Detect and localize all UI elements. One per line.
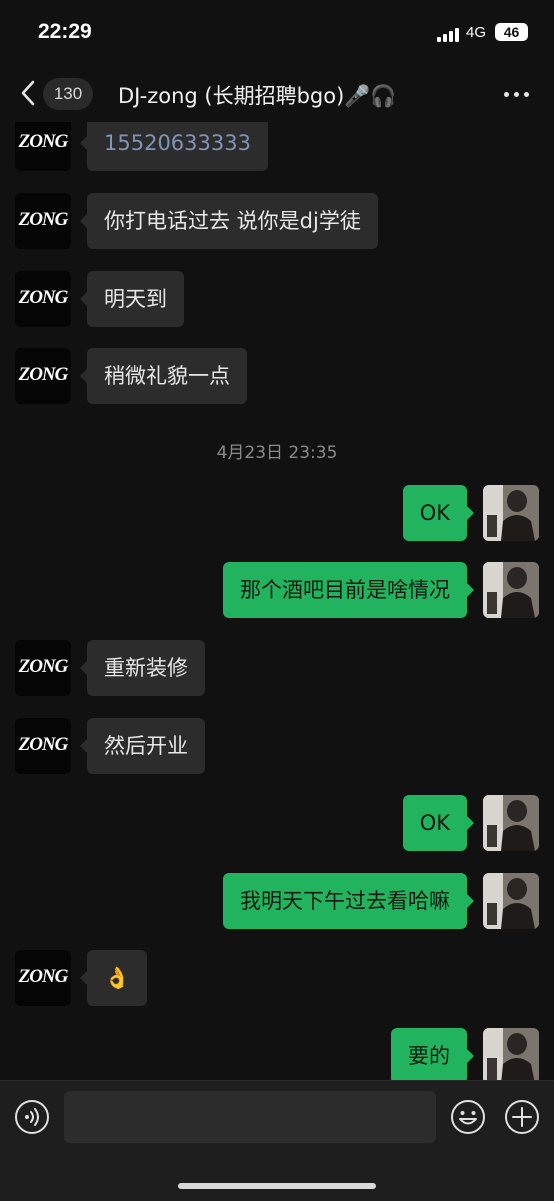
contact-avatar[interactable]: ZONG	[15, 193, 71, 249]
more-dots-icon[interactable]	[500, 82, 532, 106]
unread-count-badge[interactable]: 130	[43, 78, 93, 110]
message-bubble[interactable]: 重新装修	[80, 640, 205, 696]
message-input[interactable]	[64, 1091, 436, 1143]
contact-avatar[interactable]: ZONG	[15, 718, 71, 774]
user-avatar[interactable]	[483, 485, 539, 541]
message-list[interactable]: ZONG 15520633333 ZONG 你打电话过去 说你是dj学徒 ZON…	[0, 122, 554, 1080]
chat-header: 130 DJ-zong (长期招聘bgo)🎤🎧	[0, 66, 554, 122]
user-avatar[interactable]	[483, 1028, 539, 1080]
message-row: ZONG 重新装修	[0, 640, 554, 696]
plus-icon[interactable]	[504, 1099, 540, 1139]
status-bar: 22:29 4G 46	[0, 0, 554, 66]
message-bubble[interactable]: OK	[402, 485, 475, 541]
message-row: ZONG 15520633333	[0, 122, 554, 171]
message-bubble-phone[interactable]: 15520633333	[80, 122, 268, 171]
message-row: 我明天下午过去看哈嘛	[0, 873, 554, 929]
message-row: OK	[0, 795, 554, 851]
input-bar	[0, 1080, 554, 1201]
contact-avatar[interactable]: ZONG	[15, 348, 71, 404]
voice-icon[interactable]	[14, 1099, 50, 1139]
user-avatar[interactable]	[483, 562, 539, 618]
message-row: ZONG 明天到	[0, 271, 554, 327]
contact-avatar[interactable]: ZONG	[15, 122, 71, 171]
chat-title: DJ-zong (长期招聘bgo)🎤🎧	[118, 84, 397, 108]
message-bubble[interactable]: 明天到	[80, 271, 184, 327]
contact-avatar[interactable]: ZONG	[15, 950, 71, 1006]
message-row: OK	[0, 485, 554, 541]
message-row: ZONG 然后开业	[0, 718, 554, 774]
message-timestamp: 4月23日 23:35	[216, 443, 338, 463]
signal-icon	[437, 26, 461, 42]
message-bubble[interactable]: 稍微礼貌一点	[80, 348, 247, 404]
battery-icon: 46	[495, 23, 528, 41]
message-row: 要的	[0, 1028, 554, 1080]
message-bubble[interactable]: 要的	[391, 1028, 474, 1080]
message-row: 那个酒吧目前是啥情况	[0, 562, 554, 618]
network-type: 4G	[466, 24, 487, 41]
message-row: ZONG 👌	[0, 950, 554, 1006]
message-bubble[interactable]: OK	[402, 795, 475, 851]
emoji-icon[interactable]	[450, 1099, 486, 1139]
message-bubble[interactable]: 那个酒吧目前是啥情况	[223, 562, 474, 618]
chevron-left-icon[interactable]	[14, 78, 44, 108]
message-bubble[interactable]: 然后开业	[80, 718, 205, 774]
message-row: ZONG 稍微礼貌一点	[0, 348, 554, 404]
message-row: ZONG 你打电话过去 说你是dj学徒	[0, 193, 554, 249]
user-avatar[interactable]	[483, 795, 539, 851]
status-time: 22:29	[38, 20, 92, 43]
message-bubble[interactable]: 你打电话过去 说你是dj学徒	[80, 193, 378, 249]
contact-avatar[interactable]: ZONG	[15, 640, 71, 696]
home-indicator[interactable]	[178, 1183, 376, 1189]
message-bubble-emoji[interactable]: 👌	[79, 950, 148, 1006]
message-bubble[interactable]: 我明天下午过去看哈嘛	[223, 873, 474, 929]
contact-avatar[interactable]: ZONG	[15, 271, 71, 327]
user-avatar[interactable]	[483, 873, 539, 929]
